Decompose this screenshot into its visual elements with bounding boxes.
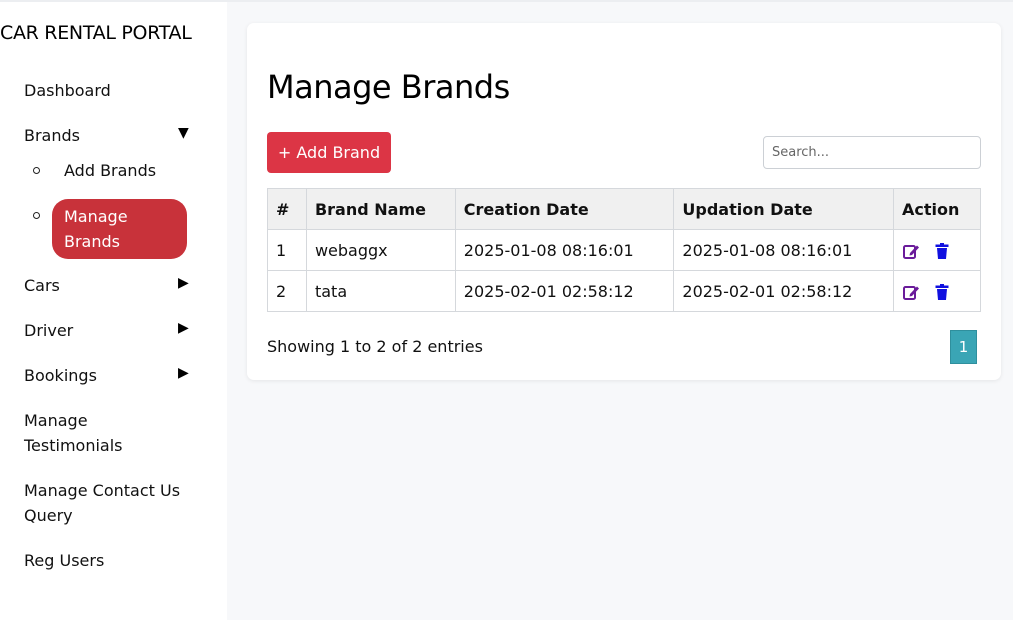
column-header[interactable]: # <box>267 188 307 230</box>
sidebar-subitem-label: Manage <box>64 207 128 226</box>
column-header: Action <box>893 188 981 230</box>
trash-icon[interactable] <box>933 283 951 301</box>
sidebar-subitem-label: Brands <box>64 232 120 251</box>
edit-icon[interactable] <box>902 283 920 301</box>
sidebar-item-reg-users[interactable]: Reg Users <box>24 548 104 573</box>
action-cell <box>893 229 981 271</box>
trash-icon[interactable] <box>933 242 951 260</box>
table-row: 2 tata 2025-02-01 02:58:12 2025-02-01 02… <box>267 270 981 312</box>
chevron-right-icon[interactable]: ▶ <box>178 320 189 336</box>
updation-date: 2025-02-01 02:58:12 <box>673 270 895 312</box>
chevron-down-icon[interactable]: ▼ <box>178 125 189 141</box>
brands-card: Manage Brands + Add Brand # Brand Name C… <box>247 23 1001 380</box>
row-number: 1 <box>267 229 307 271</box>
sidebar-item-label: Manage <box>24 411 88 430</box>
sidebar-subitem-manage-brands[interactable]: Manage Brands <box>52 199 187 259</box>
sidebar-item-label: Query <box>24 506 73 525</box>
sidebar-item-contact-query[interactable]: Manage Contact Us Query <box>24 478 180 528</box>
updation-date: 2025-01-08 08:16:01 <box>673 229 895 271</box>
action-cell <box>893 270 981 312</box>
page-title: Manage Brands <box>267 68 510 106</box>
column-header[interactable]: Creation Date <box>454 188 675 230</box>
sidebar-item-driver[interactable]: Driver <box>24 318 73 343</box>
app-title: CAR RENTAL PORTAL <box>0 22 192 44</box>
table-info: Showing 1 to 2 of 2 entries <box>267 337 483 356</box>
chevron-right-icon[interactable]: ▶ <box>178 275 189 291</box>
sidebar-subitem-add-brands[interactable]: Add Brands <box>64 158 156 183</box>
bullet-icon <box>33 212 40 219</box>
edit-icon[interactable] <box>902 242 920 260</box>
brand-name: tata <box>305 270 456 312</box>
row-number: 2 <box>267 270 307 312</box>
sidebar-item-brands[interactable]: Brands <box>24 123 80 148</box>
search-input[interactable] <box>763 136 981 169</box>
sidebar-item-label: Testimonials <box>24 436 123 455</box>
chevron-right-icon[interactable]: ▶ <box>178 365 189 381</box>
table-header-row: # Brand Name Creation Date Updation Date… <box>267 188 981 230</box>
brands-table: # Brand Name Creation Date Updation Date… <box>267 188 981 312</box>
table-row: 1 webaggx 2025-01-08 08:16:01 2025-01-08… <box>267 229 981 271</box>
bullet-icon <box>33 167 40 174</box>
sidebar-item-testimonials[interactable]: Manage Testimonials <box>24 408 123 458</box>
sidebar: CAR RENTAL PORTAL Dashboard Brands ▼ Add… <box>0 2 227 620</box>
add-brand-button[interactable]: + Add Brand <box>267 132 391 173</box>
sidebar-item-cars[interactable]: Cars <box>24 273 60 298</box>
brand-name: webaggx <box>305 229 456 271</box>
sidebar-item-label: Manage Contact Us <box>24 481 181 500</box>
column-header[interactable]: Updation Date <box>673 188 895 230</box>
creation-date: 2025-01-08 08:16:01 <box>454 229 675 271</box>
column-header[interactable]: Brand Name <box>305 188 456 230</box>
sidebar-item-bookings[interactable]: Bookings <box>24 363 97 388</box>
creation-date: 2025-02-01 02:58:12 <box>454 270 675 312</box>
pagination-page-1[interactable]: 1 <box>950 330 977 364</box>
sidebar-item-dashboard[interactable]: Dashboard <box>24 78 111 103</box>
